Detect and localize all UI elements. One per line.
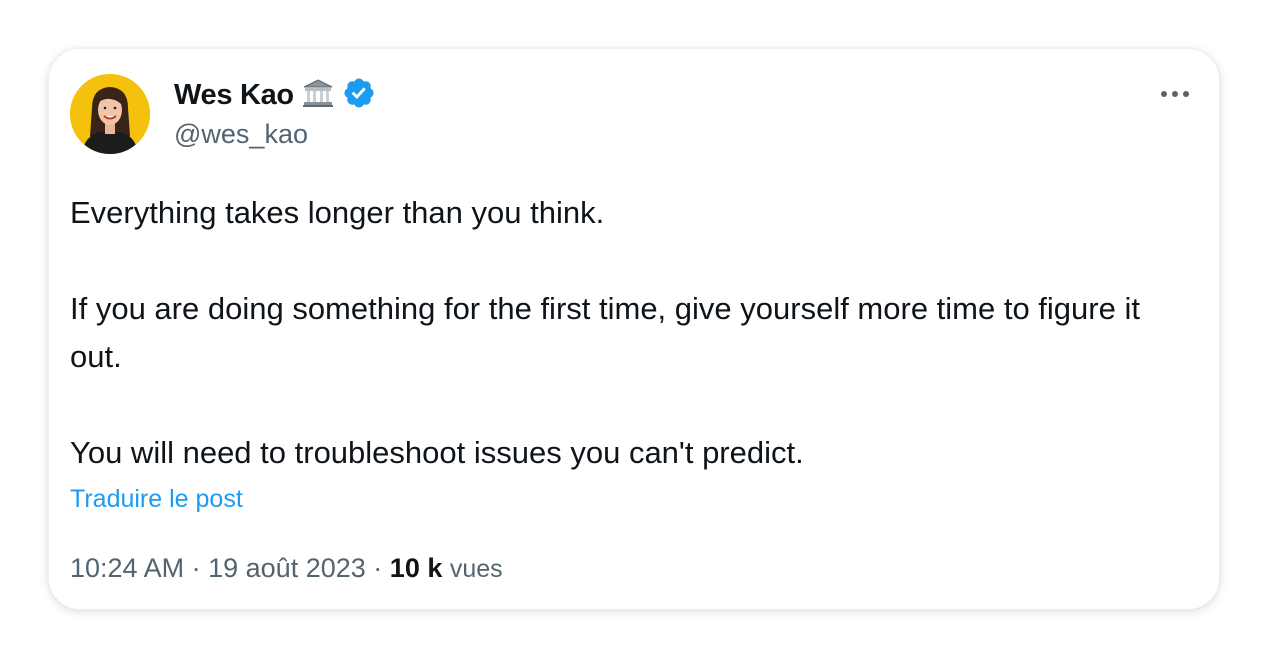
more-horizontal-icon [1161, 91, 1189, 97]
meta-separator: · [373, 553, 383, 583]
tweet-date[interactable]: 19 août 2023 [208, 553, 366, 583]
author-name-row[interactable]: Wes Kao [174, 77, 376, 113]
tweet-paragraph: You will need to troubleshoot issues you… [70, 435, 804, 470]
classical-building-icon [302, 78, 334, 113]
author-handle[interactable]: @wes_kao [174, 119, 308, 150]
avatar[interactable] [70, 74, 150, 154]
more-options-button[interactable] [1155, 79, 1195, 109]
views-count[interactable]: 10 k [390, 553, 443, 583]
avatar-image [70, 74, 150, 154]
tweet-card: Wes Kao @wes_kao Everything takes longer… [48, 48, 1220, 610]
tweet-meta: 10:24 AM · 19 août 2023 · 10 k vues [70, 553, 503, 584]
author-display-name[interactable]: Wes Kao [174, 79, 294, 112]
tweet-text: Everything takes longer than you think. … [70, 189, 1190, 477]
translate-post-link[interactable]: Traduire le post [70, 485, 243, 514]
tweet-paragraph: Everything takes longer than you think. [70, 195, 605, 230]
views-label: vues [449, 555, 503, 583]
meta-separator: · [191, 553, 201, 583]
verified-badge-icon[interactable] [342, 76, 376, 115]
tweet-time[interactable]: 10:24 AM [70, 553, 184, 583]
tweet-paragraph: If you are doing something for the first… [70, 291, 1140, 374]
